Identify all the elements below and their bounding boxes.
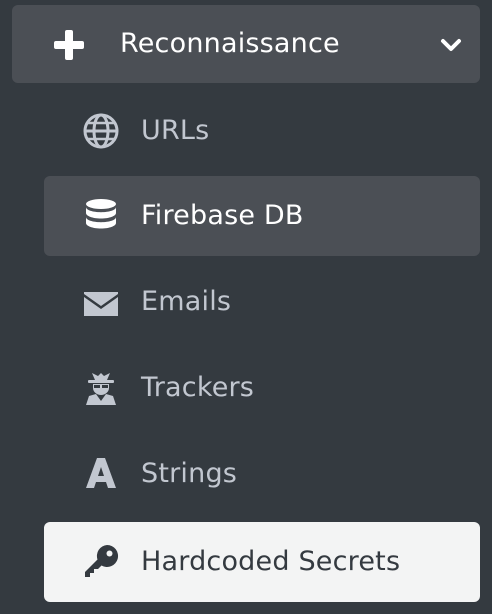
sidebar: Reconnaissance URLs Firebase DB Emails T…: [0, 0, 492, 614]
sidebar-item-label: Trackers: [141, 372, 255, 403]
sidebar-item-label: Emails: [141, 286, 232, 317]
sidebar-item-label: URLs: [141, 115, 210, 146]
sidebar-item-emails[interactable]: Emails: [44, 262, 480, 342]
sidebar-item-trackers[interactable]: Trackers: [44, 348, 480, 428]
sidebar-section-label: Reconnaissance: [120, 28, 340, 59]
database-icon: [86, 199, 116, 229]
key-icon: [85, 544, 119, 577]
sidebar-item-label: Hardcoded Secrets: [141, 546, 401, 577]
sidebar-item-label: Strings: [141, 458, 238, 489]
chevron-down-icon[interactable]: [440, 37, 462, 53]
envelope-icon: [84, 292, 118, 316]
sidebar-item-hardcoded-secrets[interactable]: Hardcoded Secrets: [44, 522, 480, 602]
sidebar-item-urls[interactable]: URLs: [44, 91, 480, 171]
globe-icon: [83, 113, 119, 149]
sidebar-item-firebase-db[interactable]: Firebase DB: [44, 176, 480, 256]
plus-icon: [54, 30, 84, 60]
sidebar-item-strings[interactable]: Strings: [44, 434, 480, 514]
user-secret-icon: [86, 373, 116, 405]
sidebar-item-label: Firebase DB: [141, 200, 304, 231]
sidebar-section-reconnaissance[interactable]: Reconnaissance: [12, 5, 480, 83]
font-icon: [86, 458, 116, 488]
